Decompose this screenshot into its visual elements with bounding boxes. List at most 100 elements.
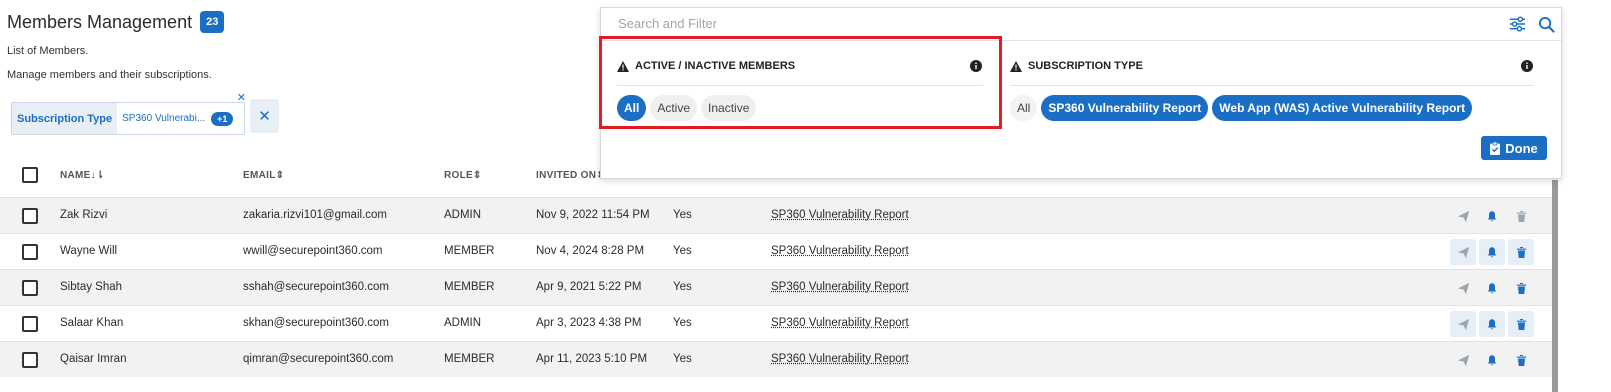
done-button[interactable]: Done <box>1481 136 1547 160</box>
send-invite-button[interactable] <box>1450 239 1476 265</box>
subscription-section-title: SUBSCRIPTION TYPE <box>1028 60 1143 72</box>
member-email: wwill@securepoint360.com <box>243 245 383 257</box>
clear-filters-button[interactable]: ✕ <box>250 99 279 133</box>
member-subscription[interactable]: SP360 Vulnerability Report <box>771 353 909 365</box>
send-icon <box>1457 246 1469 258</box>
member-active: Yes <box>673 281 692 293</box>
bell-icon <box>1487 246 1497 258</box>
member-name: Wayne Will <box>60 245 118 257</box>
send-invite-button[interactable] <box>1450 347 1476 373</box>
table-row: Qaisar Imran qimran@securepoint360.com M… <box>0 341 1552 377</box>
send-icon <box>1457 282 1469 294</box>
notify-button[interactable] <box>1479 311 1505 337</box>
member-email: zakaria.rizvi101@gmail.com <box>243 209 387 221</box>
member-role: MEMBER <box>444 281 495 293</box>
member-email: sshah@securepoint360.com <box>243 281 389 293</box>
member-active: Yes <box>673 317 692 329</box>
warning-icon <box>1010 60 1022 72</box>
member-invited-on: Apr 11, 2023 5:10 PM <box>536 353 648 365</box>
filter-chip-value: SP360 Vulnerabi... <box>122 113 206 124</box>
member-count-badge: 23 <box>200 11 225 33</box>
table-row: Sibtay Shah sshah@securepoint360.com MEM… <box>0 269 1552 305</box>
page-header: Members Management 23 <box>7 11 225 33</box>
member-name: Sibtay Shah <box>60 281 123 293</box>
send-invite-button[interactable] <box>1450 311 1476 337</box>
sort-icon: ↓⇂ <box>90 170 105 181</box>
bell-icon <box>1487 282 1497 294</box>
send-icon <box>1457 318 1469 330</box>
select-all-checkbox[interactable] <box>22 167 38 183</box>
delete-button[interactable] <box>1508 239 1534 265</box>
row-checkbox[interactable] <box>22 280 38 296</box>
column-header-invited-on[interactable]: INVITED ON⇕ <box>536 170 605 181</box>
send-icon <box>1457 210 1469 222</box>
delete-button[interactable] <box>1508 203 1534 229</box>
subscription-option-all[interactable]: All <box>1010 95 1038 121</box>
subscription-option-sp360[interactable]: SP360 Vulnerability Report <box>1041 95 1209 121</box>
table-scrollbar[interactable] <box>1552 180 1558 392</box>
search-icon[interactable] <box>1538 16 1555 33</box>
trash-icon <box>1516 318 1526 330</box>
trash-icon <box>1516 354 1526 366</box>
sort-icon: ⇕ <box>472 170 482 181</box>
row-checkbox[interactable] <box>22 352 38 368</box>
column-header-role[interactable]: ROLE⇕ <box>444 170 482 181</box>
member-subscription[interactable]: SP360 Vulnerability Report <box>771 317 909 329</box>
page-subtitle-list: List of Members. <box>7 45 89 57</box>
sort-icon: ⇕ <box>275 170 285 181</box>
member-active: Yes <box>673 353 692 365</box>
row-checkbox[interactable] <box>22 316 38 332</box>
row-checkbox[interactable] <box>22 208 38 224</box>
trash-icon <box>1516 246 1526 258</box>
notify-button[interactable] <box>1479 275 1505 301</box>
notify-button[interactable] <box>1479 203 1505 229</box>
member-invited-on: Apr 3, 2023 4:38 PM <box>536 317 642 329</box>
close-icon: ✕ <box>258 108 271 125</box>
page-subtitle-manage: Manage members and their subscriptions. <box>7 69 212 81</box>
column-header-email[interactable]: EMAIL⇕ <box>243 170 284 181</box>
notify-button[interactable] <box>1479 347 1505 373</box>
table-row: Zak Rizvi zakaria.rizvi101@gmail.com ADM… <box>0 197 1552 233</box>
delete-button[interactable] <box>1508 311 1534 337</box>
clipboard-check-icon <box>1490 141 1501 155</box>
active-filter-chip[interactable]: Subscription Type SP360 Vulnerabi... +1 … <box>11 92 246 135</box>
done-button-label: Done <box>1505 140 1538 156</box>
trash-icon <box>1516 210 1526 222</box>
member-subscription[interactable]: SP360 Vulnerability Report <box>771 281 909 293</box>
bell-icon <box>1487 354 1497 366</box>
member-name: Zak Rizvi <box>60 209 108 221</box>
info-icon[interactable] <box>1521 60 1533 72</box>
member-name: Salaar Khan <box>60 317 124 329</box>
send-invite-button[interactable] <box>1450 203 1476 229</box>
member-role: ADMIN <box>444 317 482 329</box>
filter-chip-more-badge: +1 <box>211 111 234 126</box>
table-row: Salaar Khan skhan@securepoint360.com ADM… <box>0 305 1552 341</box>
subscription-filter-section: SUBSCRIPTION TYPE All SP360 Vulnerabilit… <box>1010 56 1534 121</box>
highlight-box <box>599 36 1002 129</box>
member-email: qimran@securepoint360.com <box>243 353 394 365</box>
member-invited-on: Nov 4, 2024 8:28 PM <box>536 245 645 257</box>
delete-button[interactable] <box>1508 275 1534 301</box>
notify-button[interactable] <box>1479 239 1505 265</box>
filter-chip-label: Subscription Type <box>12 103 118 134</box>
trash-icon <box>1516 282 1526 294</box>
column-header-name[interactable]: NAME↓⇂ <box>60 170 105 181</box>
member-invited-on: Nov 9, 2022 11:54 PM <box>536 209 650 221</box>
bell-icon <box>1487 318 1497 330</box>
send-invite-button[interactable] <box>1450 275 1476 301</box>
filter-settings-icon[interactable] <box>1509 16 1526 32</box>
member-subscription[interactable]: SP360 Vulnerability Report <box>771 245 909 257</box>
subscription-option-was[interactable]: Web App (WAS) Active Vulnerability Repor… <box>1212 95 1473 121</box>
member-active: Yes <box>673 245 692 257</box>
search-input[interactable] <box>618 16 1468 31</box>
member-email: skhan@securepoint360.com <box>243 317 389 329</box>
row-checkbox[interactable] <box>22 244 38 260</box>
send-icon <box>1457 354 1469 366</box>
delete-button[interactable] <box>1508 347 1534 373</box>
member-subscription[interactable]: SP360 Vulnerability Report <box>771 209 909 221</box>
remove-filter-icon[interactable]: ✕ <box>237 91 246 104</box>
member-role: MEMBER <box>444 353 495 365</box>
bell-icon <box>1487 210 1497 222</box>
member-active: Yes <box>673 209 692 221</box>
page-title: Members Management <box>7 11 193 32</box>
